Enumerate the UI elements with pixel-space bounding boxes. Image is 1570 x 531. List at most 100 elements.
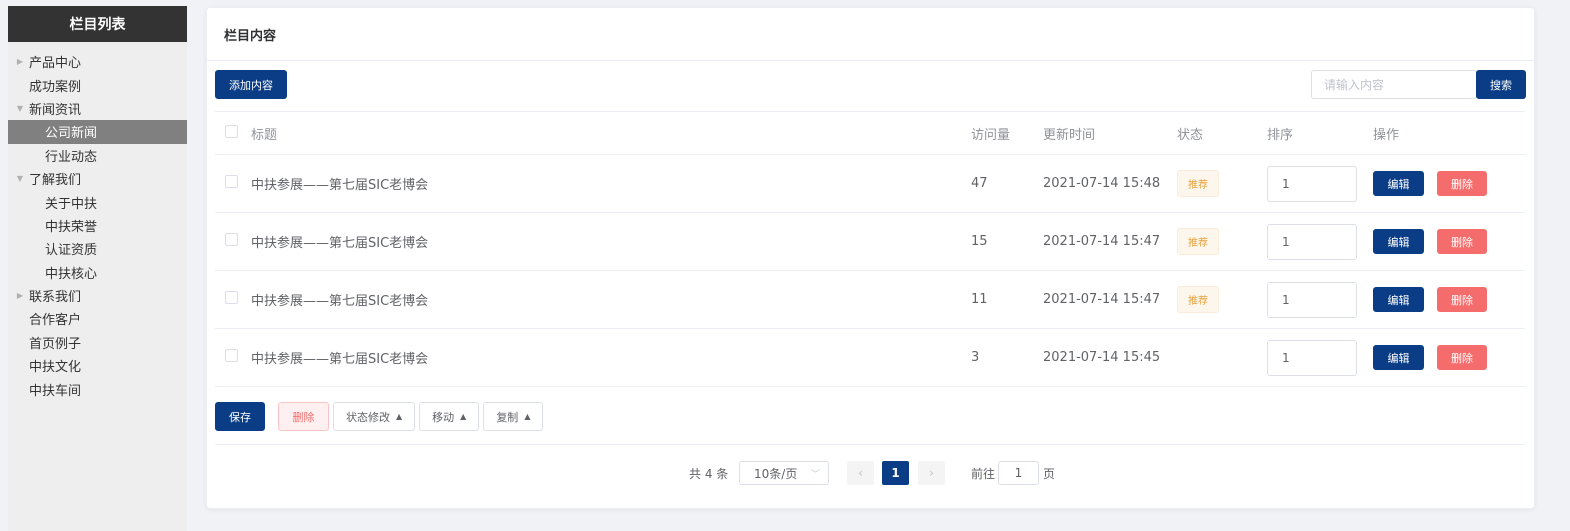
save-button[interactable]: 保存 xyxy=(215,402,265,431)
move-label: 移动 xyxy=(432,410,455,424)
page-number-current[interactable]: 1 xyxy=(882,461,909,485)
chevron-right-icon: › xyxy=(929,466,934,480)
tree-item-home-examples[interactable]: 首页例子 xyxy=(8,331,187,354)
move-dropdown[interactable]: 移动 ▲ xyxy=(419,402,480,431)
row-title: 中扶参展——第七届SIC老博会 xyxy=(251,178,429,193)
row-checkbox[interactable] xyxy=(225,233,238,246)
row-title: 中扶参展——第七届SIC老博会 xyxy=(251,294,429,309)
sidebar: 栏目列表 ▶ 产品中心 成功案例 ▼ 新闻资讯 公司新闻 行业动态 ▼ 了解我们 关于… xyxy=(8,6,187,531)
content-table: 标题 访问量 更新时间 状态 排序 操作 中扶参展——第七届SIC老博会 47 … xyxy=(215,112,1525,387)
goto-suffix: 页 xyxy=(1043,467,1056,481)
caret-up-icon: ▲ xyxy=(460,412,467,421)
sort-input[interactable] xyxy=(1267,165,1357,202)
tree-item-products[interactable]: ▶ 产品中心 xyxy=(8,50,187,73)
tree-item-certifications[interactable]: 认证资质 xyxy=(8,237,187,260)
page-size-select[interactable]: 10条/页 ﹀ xyxy=(739,461,829,485)
tree-item-label: 联系我们 xyxy=(29,290,82,306)
search-input[interactable] xyxy=(1311,70,1477,99)
content-card: 栏目内容 添加内容 搜索 标题 访问量 更新时间 状态 排序 操作 中扶参展——… xyxy=(206,7,1535,509)
chevron-left-icon: ‹ xyxy=(858,466,863,480)
tree-item-about[interactable]: ▼ 了解我们 xyxy=(8,167,187,190)
edit-button[interactable]: 编辑 xyxy=(1373,171,1424,196)
copy-dropdown[interactable]: 复制 ▲ xyxy=(483,402,544,431)
tree-item-cases[interactable]: 成功案例 xyxy=(8,73,187,96)
tree-item-contact[interactable]: ▶ 联系我们 xyxy=(8,284,187,307)
add-content-button[interactable]: 添加内容 xyxy=(215,70,287,99)
tree-item-about-us[interactable]: 关于中扶 xyxy=(8,190,187,213)
row-updated: 2021-07-14 15:47 xyxy=(1043,234,1161,249)
caret-right-icon[interactable]: ▶ xyxy=(14,57,26,66)
tree-item-label: 了解我们 xyxy=(29,173,82,189)
select-all-checkbox[interactable] xyxy=(225,124,238,138)
tree-item-label: 首页例子 xyxy=(29,336,82,352)
card-title: 栏目内容 xyxy=(207,8,1534,61)
header-status: 状态 xyxy=(1177,127,1204,143)
goto-page-input[interactable] xyxy=(998,461,1039,485)
category-tree: ▶ 产品中心 成功案例 ▼ 新闻资讯 公司新闻 行业动态 ▼ 了解我们 关于中扶 中扶… xyxy=(8,42,187,401)
bulk-delete-button[interactable]: 删除 xyxy=(278,402,329,431)
tree-item-workshop[interactable]: 中扶车间 xyxy=(8,377,187,400)
tree-item-label: 认证资质 xyxy=(45,243,98,259)
caret-down-icon[interactable]: ▼ xyxy=(14,104,26,113)
row-checkbox[interactable] xyxy=(225,291,238,304)
toolbar: 添加内容 搜索 xyxy=(215,70,1526,112)
delete-button[interactable]: 删除 xyxy=(1437,171,1487,196)
tree-item-industry-news[interactable]: 行业动态 xyxy=(8,144,187,167)
table-row: 中扶参展——第七届SIC老博会 47 2021-07-14 15:48 推荐 编… xyxy=(215,155,1525,213)
status-badge: 推荐 xyxy=(1177,170,1219,197)
tree-item-clients[interactable]: 合作客户 xyxy=(8,307,187,330)
sort-input[interactable] xyxy=(1267,339,1357,376)
status-change-dropdown[interactable]: 状态修改 ▲ xyxy=(333,402,416,431)
prev-page-button[interactable]: ‹ xyxy=(847,461,874,485)
row-checkbox[interactable] xyxy=(225,349,238,362)
caret-up-icon: ▲ xyxy=(396,412,403,421)
tree-item-culture[interactable]: 中扶文化 xyxy=(8,354,187,377)
pagination-total: 共 4 条 xyxy=(689,467,729,481)
tree-item-label: 新闻资讯 xyxy=(29,102,82,118)
edit-button[interactable]: 编辑 xyxy=(1373,345,1424,370)
caret-down-icon[interactable]: ▼ xyxy=(14,174,26,183)
status-badge: 推荐 xyxy=(1177,228,1219,255)
copy-label: 复制 xyxy=(496,410,519,424)
row-visits: 47 xyxy=(971,176,988,191)
tree-item-core[interactable]: 中扶核心 xyxy=(8,261,187,284)
tree-item-label: 成功案例 xyxy=(29,79,82,95)
table-row: 中扶参展——第七届SIC老博会 15 2021-07-14 15:47 推荐 编… xyxy=(215,213,1525,271)
caret-right-icon[interactable]: ▶ xyxy=(14,291,26,300)
edit-button[interactable]: 编辑 xyxy=(1373,229,1424,254)
row-checkbox[interactable] xyxy=(225,175,238,188)
tree-item-company-news[interactable]: 公司新闻 xyxy=(8,120,187,144)
row-title: 中扶参展——第七届SIC老博会 xyxy=(251,236,429,251)
pagination: 共 4 条 10条/页 ﹀ ‹ 1 › 前往 页 xyxy=(207,460,1534,486)
header-sort: 排序 xyxy=(1267,127,1294,143)
sort-input[interactable] xyxy=(1267,281,1357,318)
tree-item-label: 公司新闻 xyxy=(45,126,98,142)
tree-item-news[interactable]: ▼ 新闻资讯 xyxy=(8,97,187,120)
header-title: 标题 xyxy=(251,127,278,143)
goto-label: 前往 xyxy=(971,467,996,481)
tree-item-label: 行业动态 xyxy=(45,149,98,165)
tree-item-honors[interactable]: 中扶荣誉 xyxy=(8,214,187,237)
delete-button[interactable]: 删除 xyxy=(1437,229,1487,254)
status-badge: 推荐 xyxy=(1177,286,1219,313)
header-ops: 操作 xyxy=(1373,127,1400,143)
sidebar-title: 栏目列表 xyxy=(8,6,187,42)
tree-item-label: 关于中扶 xyxy=(45,196,98,212)
row-visits: 15 xyxy=(971,234,988,249)
sort-input[interactable] xyxy=(1267,223,1357,260)
tree-item-label: 中扶车间 xyxy=(29,383,82,399)
next-page-button[interactable]: › xyxy=(918,461,945,485)
status-change-label: 状态修改 xyxy=(346,410,390,424)
delete-button[interactable]: 删除 xyxy=(1437,287,1487,312)
row-visits: 3 xyxy=(971,350,980,365)
row-visits: 11 xyxy=(971,292,988,307)
table-header: 标题 访问量 更新时间 状态 排序 操作 xyxy=(215,112,1525,155)
edit-button[interactable]: 编辑 xyxy=(1373,287,1424,312)
delete-button[interactable]: 删除 xyxy=(1437,345,1487,370)
row-updated: 2021-07-14 15:47 xyxy=(1043,292,1161,307)
row-updated: 2021-07-14 15:48 xyxy=(1043,176,1161,191)
header-visits: 访问量 xyxy=(971,127,1011,143)
search-button[interactable]: 搜索 xyxy=(1476,70,1526,99)
tree-item-label: 合作客户 xyxy=(29,313,82,329)
table-row: 中扶参展——第七届SIC老博会 3 2021-07-14 15:45 编辑删除 xyxy=(215,329,1525,387)
